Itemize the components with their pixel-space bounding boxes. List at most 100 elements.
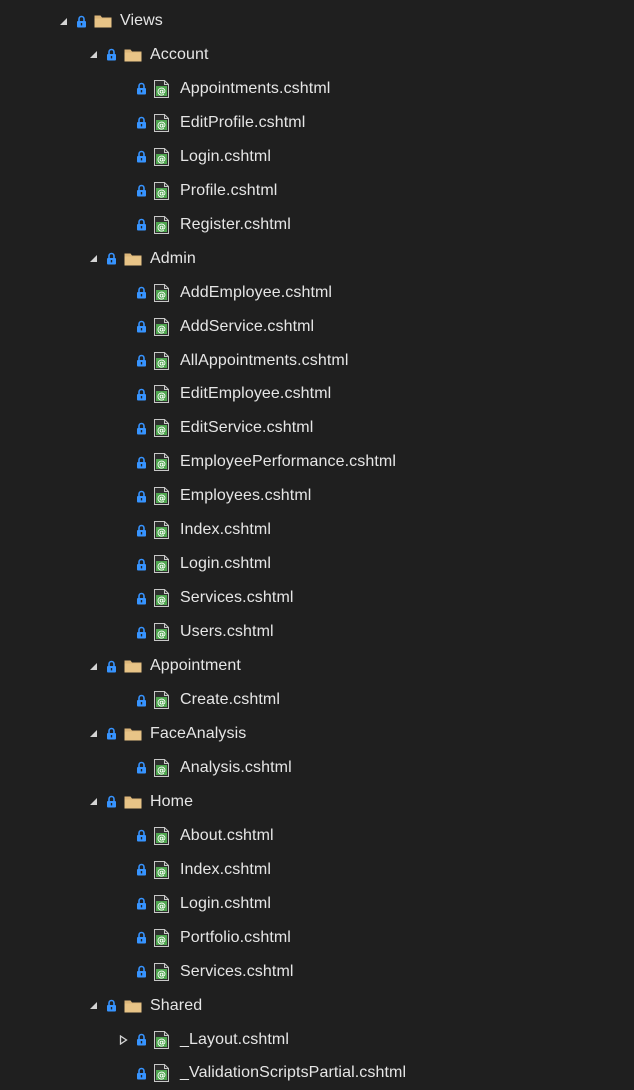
svg-text:@: @ <box>157 223 166 233</box>
svg-text:@: @ <box>157 155 166 165</box>
razor-file-icon: @ <box>154 317 170 336</box>
tree-file-create-cshtml[interactable]: @ Create.cshtml <box>0 683 634 717</box>
lock-icon <box>106 727 118 741</box>
chevron-placeholder <box>118 865 128 875</box>
folder-icon <box>94 13 112 29</box>
chevron-placeholder <box>118 423 128 433</box>
tree-item-label: Login.cshtml <box>180 555 272 573</box>
tree-item-label: AddService.cshtml <box>180 317 315 335</box>
svg-text:@: @ <box>157 970 166 980</box>
razor-file-icon: @ <box>154 589 170 608</box>
folder-icon <box>124 998 142 1014</box>
lock-icon <box>136 184 148 198</box>
chevron-placeholder <box>118 288 128 298</box>
expanded-chevron-icon[interactable] <box>88 729 98 739</box>
svg-text:@: @ <box>157 325 166 335</box>
chevron-placeholder <box>118 84 128 94</box>
tree-file-login-cshtml[interactable]: @ Login.cshtml <box>0 547 634 581</box>
tree-file-index-cshtml[interactable]: @ Index.cshtml <box>0 513 634 547</box>
svg-text:@: @ <box>157 834 166 844</box>
razor-file-icon: @ <box>154 758 170 777</box>
svg-text:@: @ <box>157 87 166 97</box>
tree-file-register-cshtml[interactable]: @ Register.cshtml <box>0 208 634 242</box>
chevron-placeholder <box>118 967 128 977</box>
lock-icon <box>136 829 148 843</box>
chevron-placeholder <box>118 933 128 943</box>
tree-file-about-cshtml[interactable]: @ About.cshtml <box>0 819 634 853</box>
tree-folder-views[interactable]: Views <box>0 4 634 38</box>
tree-folder-faceanalysis[interactable]: FaceAnalysis <box>0 717 634 751</box>
tree-item-label: Portfolio.cshtml <box>180 928 291 946</box>
chevron-placeholder <box>118 525 128 535</box>
tree-file-layout-cshtml[interactable]: @ _Layout.cshtml <box>0 1023 634 1057</box>
chevron-placeholder <box>118 356 128 366</box>
razor-file-icon: @ <box>154 113 170 132</box>
razor-file-icon: @ <box>154 623 170 642</box>
razor-file-icon: @ <box>154 215 170 234</box>
tree-file-profile-cshtml[interactable]: @ Profile.cshtml <box>0 174 634 208</box>
tree-item-label: Register.cshtml <box>180 215 291 233</box>
tree-item-label: AllAppointments.cshtml <box>180 351 349 369</box>
tree-item-label: Index.cshtml <box>180 860 272 878</box>
tree-folder-appointment[interactable]: Appointment <box>0 649 634 683</box>
tree-file-addemployee-cshtml[interactable]: @ AddEmployee.cshtml <box>0 276 634 310</box>
expanded-chevron-icon[interactable] <box>88 797 98 807</box>
expanded-chevron-icon[interactable] <box>58 16 68 26</box>
tree-file-employees-cshtml[interactable]: @ Employees.cshtml <box>0 479 634 513</box>
lock-icon <box>136 421 148 435</box>
tree-folder-admin[interactable]: Admin <box>0 242 634 276</box>
razor-file-icon: @ <box>154 453 170 472</box>
tree-folder-home[interactable]: Home <box>0 785 634 819</box>
tree-file-login-cshtml[interactable]: @ Login.cshtml <box>0 140 634 174</box>
tree-file-employeeperformance-cshtml[interactable]: @ EmployeePerformance.cshtml <box>0 445 634 479</box>
lock-icon <box>136 286 148 300</box>
tree-file-editemployee-cshtml[interactable]: @ EditEmployee.cshtml <box>0 377 634 411</box>
tree-item-label: Admin <box>150 249 196 267</box>
tree-item-label: AddEmployee.cshtml <box>180 283 333 301</box>
tree-file-users-cshtml[interactable]: @ Users.cshtml <box>0 615 634 649</box>
tree-file-index-cshtml[interactable]: @ Index.cshtml <box>0 853 634 887</box>
tree-folder-shared[interactable]: Shared <box>0 989 634 1023</box>
razor-file-icon: @ <box>154 79 170 98</box>
expanded-chevron-icon[interactable] <box>88 1001 98 1011</box>
razor-file-icon: @ <box>154 487 170 506</box>
tree-item-label: EditService.cshtml <box>180 419 314 437</box>
lock-icon <box>136 455 148 469</box>
tree-file-services-cshtml[interactable]: @ Services.cshtml <box>0 581 634 615</box>
tree-file-appointments-cshtml[interactable]: @ Appointments.cshtml <box>0 72 634 106</box>
tree-file-editprofile-cshtml[interactable]: @ EditProfile.cshtml <box>0 106 634 140</box>
expanded-chevron-icon[interactable] <box>88 50 98 60</box>
svg-text:@: @ <box>157 868 166 878</box>
tree-item-label: FaceAnalysis <box>150 724 247 742</box>
lock-icon <box>136 965 148 979</box>
tree-file-portfolio-cshtml[interactable]: @ Portfolio.cshtml <box>0 921 634 955</box>
tree-item-label: Profile.cshtml <box>180 181 278 199</box>
expanded-chevron-icon[interactable] <box>88 661 98 671</box>
tree-file-analysis-cshtml[interactable]: @ Analysis.cshtml <box>0 751 634 785</box>
svg-text:@: @ <box>157 936 166 946</box>
svg-text:@: @ <box>157 562 166 572</box>
tree-file-allappointments-cshtml[interactable]: @ AllAppointments.cshtml <box>0 344 634 378</box>
svg-text:@: @ <box>157 528 166 538</box>
expanded-chevron-icon[interactable] <box>88 254 98 264</box>
razor-file-icon: @ <box>154 1030 170 1049</box>
chevron-placeholder <box>118 1068 128 1078</box>
tree-file-login-cshtml[interactable]: @ Login.cshtml <box>0 887 634 921</box>
chevron-placeholder <box>118 186 128 196</box>
lock-icon <box>136 116 148 130</box>
lock-icon <box>136 693 148 707</box>
collapsed-chevron-icon[interactable] <box>118 1034 128 1045</box>
svg-text:@: @ <box>157 359 166 369</box>
chevron-placeholder <box>118 220 128 230</box>
tree-file-validationscriptspartial-cshtml[interactable]: @ _ValidationScriptsPartial.cshtml <box>0 1056 634 1090</box>
tree-file-services-cshtml[interactable]: @ Services.cshtml <box>0 955 634 989</box>
svg-text:@: @ <box>157 427 166 437</box>
tree-file-editservice-cshtml[interactable]: @ EditService.cshtml <box>0 411 634 445</box>
tree-item-label: _Layout.cshtml <box>180 1030 290 1048</box>
lock-icon <box>136 489 148 503</box>
tree-item-label: Users.cshtml <box>180 623 274 641</box>
tree-folder-account[interactable]: Account <box>0 38 634 72</box>
tree-file-addservice-cshtml[interactable]: @ AddService.cshtml <box>0 310 634 344</box>
lock-icon <box>136 557 148 571</box>
lock-icon <box>136 354 148 368</box>
